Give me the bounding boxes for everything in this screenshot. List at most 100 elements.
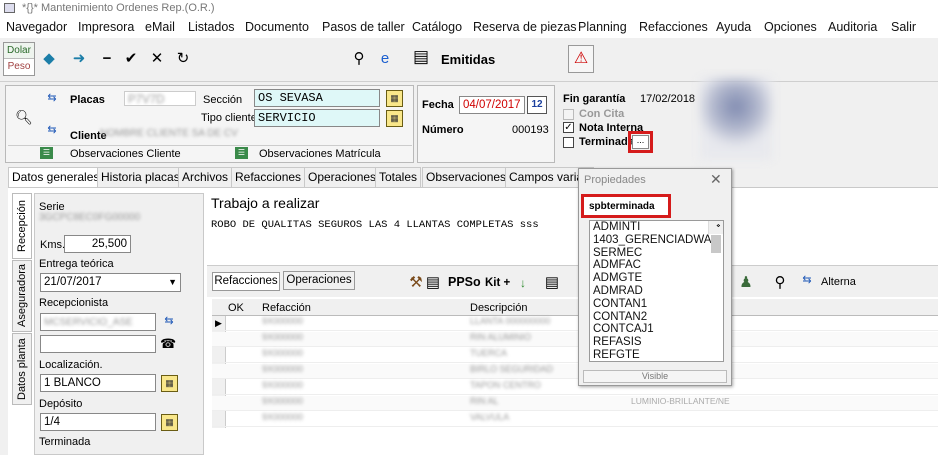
menu-listados[interactable]: Listados [188,16,235,38]
tab-datos-generales[interactable]: Datos generales [8,167,104,188]
zoom-icon[interactable]: ⚲ [771,274,789,292]
nav-back-icon[interactable]: ◆ [40,50,58,68]
entrega-field[interactable]: 21/07/2017 ▼ [40,273,181,292]
menu-auditoria[interactable]: Auditoria [828,16,877,38]
refresh-icon[interactable]: ↻ [174,50,192,68]
menu-documento[interactable]: Documento [245,16,309,38]
side-tab-datos-planta[interactable]: Datos planta [12,333,32,405]
menu-opciones[interactable]: Opciones [764,16,817,38]
list-item[interactable]: ADMFAC [590,259,723,272]
zoom-icon[interactable]: 🔍︎ [15,108,33,126]
seccion-lookup-icon[interactable]: ▦ [386,90,403,107]
subtab-operaciones[interactable]: Operaciones [283,271,355,290]
list-item[interactable]: CONTAN1 [590,298,723,311]
list-item[interactable]: SERMEC [590,247,723,260]
tipo-cliente-lookup-icon[interactable]: ▦ [386,110,403,127]
col-descripcion[interactable]: Descripción [470,302,527,314]
recepcionista-lookup-icon[interactable]: ⇆ [160,313,178,330]
ppso-button[interactable]: PPSo [448,275,481,289]
menu-reserva-piezas[interactable]: Reserva de piezas [473,16,577,38]
menu-catalogo[interactable]: Catálogo [412,16,462,38]
fecha-field[interactable]: 04/07/2017 [459,96,525,114]
menu-ayuda[interactable]: Ayuda [716,16,751,38]
menu-pasos-taller[interactable]: Pasos de taller [322,16,405,38]
close-icon[interactable]: ✕ [710,171,722,188]
browser-icon[interactable]: e [376,50,394,68]
table-row[interactable]: 9X000000 BIRLO SEGURIDAD [212,364,938,379]
list-item[interactable]: CONTAN2 [590,311,723,324]
phone-icon[interactable]: ☎ [160,336,176,352]
menu-impresora[interactable]: Impresora [78,16,134,38]
tab-observaciones[interactable]: Observaciones [422,167,511,187]
list-scrollbar[interactable]: ⌃ ⌄ [708,221,723,253]
currency-dolar[interactable]: Dolar [4,43,34,59]
currency-switch[interactable]: Dolar Peso [3,42,35,76]
nota-interna-checkbox[interactable]: ✓ [563,122,574,133]
alterna-icon[interactable]: ⇆ [798,272,816,289]
side-tab-recepcion[interactable]: Recepción [12,193,32,259]
placas-field[interactable]: P7V7D [124,91,196,106]
currency-peso[interactable]: Peso [4,59,34,75]
kms-field[interactable]: 25,500 [64,235,131,253]
menu-refacciones[interactable]: Refacciones [639,16,708,38]
placas-lookup-icon[interactable]: ⇆ [43,90,61,107]
deposito-lookup-icon[interactable]: ▦ [161,414,178,431]
table-row[interactable]: 9X000000 RIN ALUMINIO [212,332,938,347]
table-row[interactable]: 9X000000 TAPON CENTRO [212,380,938,395]
work-text[interactable]: ROBO DE QUALITAS SEGUROS LAS 4 LLANTAS C… [211,219,539,231]
printer-icon[interactable]: ▤ [543,274,561,292]
deposito-field[interactable]: 1/4 [40,413,156,431]
table-row[interactable]: 9X000000 VALVULA [212,412,938,427]
localizacion-field[interactable]: 1 BLANCO [40,374,156,392]
list-item[interactable]: CONTCAJ1 [590,323,723,336]
calendar-icon[interactable]: 12 [527,96,547,114]
tab-operaciones[interactable]: Operaciones [304,167,381,187]
chevron-down-icon[interactable]: ▼ [168,274,177,290]
seccion-field[interactable]: OS SEVASA [254,89,380,107]
list-item[interactable]: ADMGTE [590,272,723,285]
minus-icon[interactable]: − [98,50,116,68]
list-item[interactable]: ADMINTI [590,221,723,234]
tab-archivos[interactable]: Archivos [178,167,233,187]
user-list[interactable]: ADMINTI 1403_GERENCIADWA SERMEC ADMFAC A… [589,220,724,362]
tools-icon[interactable]: ⚒ [407,274,425,292]
nav-forward-icon[interactable]: ➜ [70,50,88,68]
obs-matricula-button[interactable]: Observaciones Matrícula [259,148,381,160]
localizacion-lookup-icon[interactable]: ▦ [161,375,178,392]
table-row[interactable]: 9X000000 RIN AL LUMINIO-BRILLANTE/NE [212,396,938,411]
warning-button[interactable]: ⚠ [568,45,594,73]
check-icon[interactable]: ✔ [122,50,140,68]
tipo-cliente-field[interactable]: SERVICIO [254,109,380,127]
recepcionista-field[interactable]: MCSERVICIO_ASE [40,313,156,331]
tab-historia-placas[interactable]: Historia placas [97,167,184,187]
print-icon[interactable]: ▤ [424,274,442,292]
terminada-checkbox[interactable] [563,137,574,148]
menu-planning[interactable]: Planning [578,16,627,38]
close-icon[interactable]: ✕ [148,50,166,68]
table-row[interactable]: 9X000000 TUERCA [212,348,938,363]
menu-navegador[interactable]: Navegador [6,16,67,38]
chevron-down-icon[interactable]: ⌄ [712,221,722,232]
subtab-refacciones[interactable]: Refacciones [212,272,280,291]
kit-button[interactable]: Kit + [485,277,510,289]
menu-salir[interactable]: Salir [891,16,916,38]
notes-icon[interactable]: ☰ [40,147,53,159]
scroll-thumb[interactable] [711,235,721,253]
con-cita-checkbox[interactable] [563,109,574,120]
cliente-lookup-icon[interactable]: ⇆ [43,122,61,139]
menu-email[interactable]: eMail [145,16,175,38]
list-item[interactable]: REFASIS [590,336,723,349]
obs-cliente-button[interactable]: Observaciones Cliente [70,148,181,160]
list-item[interactable]: ADMRAD [590,285,723,298]
add-green-icon[interactable]: ↓ [514,274,532,292]
person-icon[interactable]: ♟ [737,274,755,292]
table-row[interactable]: 9X000000 LLANTA 000000000 [212,316,938,331]
side-tab-aseguradora[interactable]: Aseguradora [12,260,32,332]
list-item[interactable]: REFGTE [590,349,723,361]
visible-footer[interactable]: Visible [583,370,727,383]
col-refaccion[interactable]: Refacción [262,302,311,314]
printer-icon[interactable]: ▤ [412,48,430,66]
list-item[interactable]: 1403_GERENCIADWA [590,234,723,247]
tab-refacciones[interactable]: Refacciones [231,167,306,187]
binoculars-icon[interactable]: ⚲ [350,50,368,68]
